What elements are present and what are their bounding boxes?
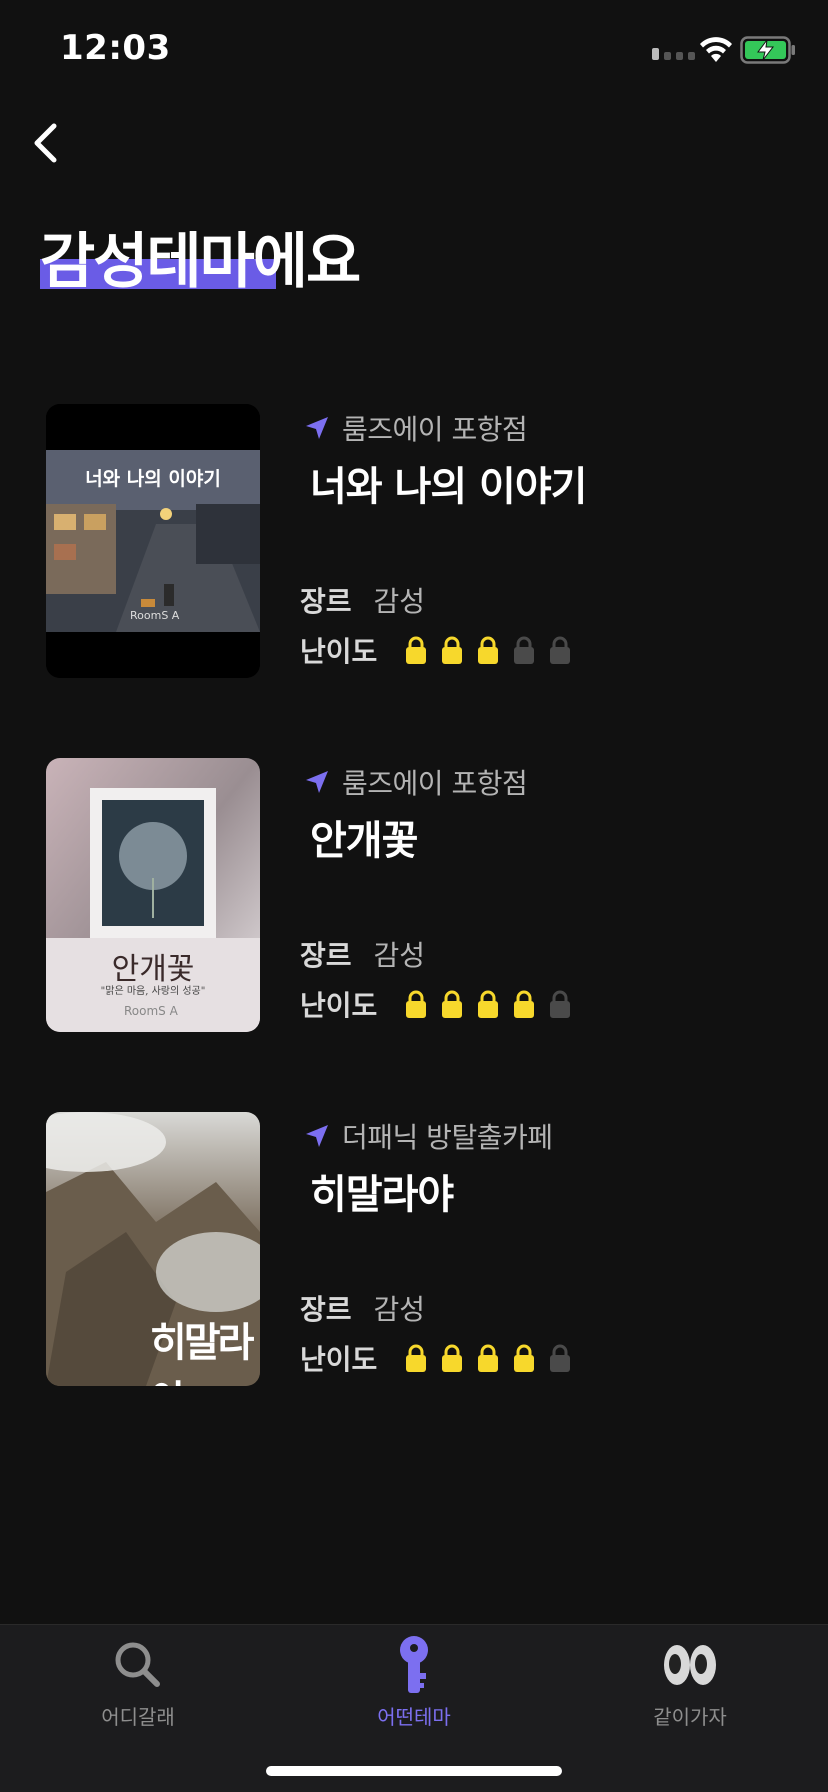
- location-text: 룸즈에이 포항점: [342, 767, 528, 800]
- genre-label: 장르: [300, 585, 352, 618]
- difficulty-row: 난이도: [300, 984, 571, 1024]
- status-bar: 12:03: [0, 0, 828, 100]
- genre-row: 장르 감성: [300, 934, 425, 974]
- genre-value: 감성: [373, 585, 426, 618]
- lock-filled-icon: [478, 1344, 499, 1372]
- home-indicator: [266, 1766, 562, 1776]
- location-arrow-icon: [306, 1125, 328, 1147]
- lock-filled-icon: [406, 1344, 427, 1372]
- tab-theme[interactable]: 어떤테마: [334, 1636, 494, 1730]
- search-icon: [110, 1637, 166, 1693]
- lock-empty-icon: [514, 636, 535, 664]
- lock-filled-icon: [514, 990, 535, 1018]
- difficulty-row: 난이도: [300, 630, 571, 670]
- location-row: 룸즈에이 포항점: [304, 408, 528, 448]
- location-row: 더패닉 방탈출카페: [304, 1116, 553, 1156]
- theme-name: 너와 나의 이야기: [310, 464, 587, 510]
- poster-brand: RoomS A: [124, 1004, 178, 1018]
- theme-poster-image: 너와 나의 이야기 RoomS A: [46, 404, 260, 678]
- theme-card[interactable]: 히말라야 더패닉 방탈출카페 히말라야 장르 감성 난이도: [0, 1112, 828, 1386]
- lock-filled-icon: [442, 636, 463, 664]
- location-arrow-icon: [306, 417, 328, 439]
- tab-label: 어디갈래: [101, 1705, 175, 1729]
- lock-filled-icon: [406, 636, 427, 664]
- theme-list: 너와 나의 이야기 RoomS A 룸즈에이 포항점 너와 나의 이야기 장르 …: [0, 404, 828, 1466]
- lock-empty-icon: [550, 636, 571, 664]
- genre-row: 장르 감성: [300, 580, 425, 620]
- genre-value: 감성: [373, 1293, 426, 1326]
- genre-row: 장르 감성: [300, 1288, 425, 1328]
- poster-subtitle: "맑은 마음, 사랑의 성공": [100, 986, 206, 997]
- theme-card[interactable]: 너와 나의 이야기 RoomS A 룸즈에이 포항점 너와 나의 이야기 장르 …: [0, 404, 828, 678]
- difficulty-rating: [405, 1343, 571, 1373]
- tab-search[interactable]: 어디갈래: [58, 1637, 218, 1730]
- page-title-block: 감성테마에요: [40, 222, 361, 302]
- theme-poster-image: 히말라야: [46, 1112, 260, 1386]
- tab-together[interactable]: 같이가자: [610, 1637, 770, 1730]
- tab-label: 어떤테마: [377, 1705, 451, 1729]
- location-arrow-icon: [306, 771, 328, 793]
- difficulty-label: 난이도: [300, 989, 378, 1022]
- lock-filled-icon: [442, 1344, 463, 1372]
- eyes-icon: [662, 1637, 718, 1693]
- genre-value: 감성: [373, 939, 426, 972]
- lock-filled-icon: [406, 990, 427, 1018]
- wifi-icon: [700, 37, 732, 62]
- lock-empty-icon: [550, 1344, 571, 1372]
- theme-card[interactable]: 안개꽃 "맑은 마음, 사랑의 성공" RoomS A 룸즈에이 포항점 안개꽃…: [0, 758, 828, 1032]
- theme-name: 히말라야: [310, 1172, 454, 1218]
- genre-label: 장르: [300, 939, 352, 972]
- difficulty-row: 난이도: [300, 1338, 571, 1378]
- location-text: 룸즈에이 포항점: [342, 413, 528, 446]
- back-button[interactable]: [20, 118, 70, 168]
- poster-title: 히말라야: [150, 1320, 254, 1386]
- difficulty-label: 난이도: [300, 635, 378, 668]
- difficulty-rating: [405, 635, 571, 665]
- lock-filled-icon: [478, 990, 499, 1018]
- poster-title: 너와 나의 이야기: [85, 468, 221, 490]
- tab-label: 같이가자: [653, 1705, 727, 1729]
- location-text: 더패닉 방탈출카페: [342, 1121, 553, 1154]
- lock-filled-icon: [478, 636, 499, 664]
- status-time: 12:03: [60, 28, 171, 68]
- cellular-signal-icon: [652, 48, 695, 60]
- difficulty-label: 난이도: [300, 1343, 378, 1376]
- theme-name: 안개꽃: [310, 818, 418, 864]
- lock-empty-icon: [550, 990, 571, 1018]
- lock-filled-icon: [514, 1344, 535, 1372]
- chevron-left-icon: [34, 123, 57, 163]
- theme-poster-image: 안개꽃 "맑은 마음, 사랑의 성공" RoomS A: [46, 758, 260, 1032]
- difficulty-rating: [405, 989, 571, 1019]
- key-icon: [386, 1636, 442, 1693]
- lock-filled-icon: [442, 990, 463, 1018]
- page-title: 감성테마에요: [40, 227, 361, 297]
- poster-brand: RoomS A: [130, 609, 180, 622]
- location-row: 룸즈에이 포항점: [304, 762, 528, 802]
- genre-label: 장르: [300, 1293, 352, 1326]
- battery-charging-icon: [740, 36, 795, 64]
